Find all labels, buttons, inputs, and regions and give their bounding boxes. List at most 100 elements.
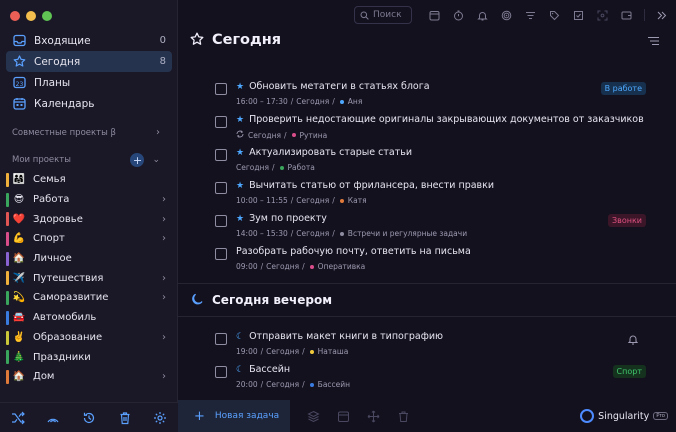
status-badge[interactable]: Звонки (608, 214, 646, 227)
chevron-right-icon[interactable]: › (162, 332, 166, 343)
task-project: Встречи и регулярные задачи (347, 229, 468, 238)
chevron-right-icon[interactable]: › (162, 214, 166, 225)
moon-icon: ☾ (236, 331, 245, 342)
task-day: Сегодня (296, 229, 330, 238)
task-row[interactable]: ☾ Отправить макет книги в типографию 19:0… (215, 329, 646, 359)
victory-hand-emoji-icon: ✌️ (12, 331, 26, 343)
add-project-button[interactable]: + (130, 153, 145, 167)
settings-icon[interactable] (152, 410, 168, 426)
my-projects-header[interactable]: Мои проекты + ⌄ (12, 153, 160, 167)
task-checkbox[interactable] (215, 248, 227, 260)
task-checkbox[interactable] (215, 182, 227, 194)
star-icon: ★ (236, 180, 245, 191)
task-row[interactable]: Разобрать рабочую почту, ответить на пис… (215, 244, 646, 274)
task-day: Сегодня (296, 196, 330, 205)
project-label: Образование (33, 331, 103, 343)
sort-menu-icon[interactable] (647, 31, 660, 50)
task-checkbox[interactable] (215, 215, 227, 227)
search-placeholder: Поиск (373, 10, 402, 20)
my-projects-label: Мои проекты (12, 155, 71, 165)
task-checkbox[interactable] (215, 333, 227, 345)
chevron-right-icon[interactable]: › (162, 292, 166, 303)
minimize-window-button[interactable] (26, 11, 36, 21)
project-item-personal[interactable]: 🏠 Личное (6, 249, 166, 269)
search-icon (360, 11, 369, 20)
chevron-right-icon[interactable]: › (162, 371, 166, 382)
task-day: Сегодня (266, 262, 300, 271)
singularity-logo-icon (580, 409, 595, 423)
bell-icon[interactable] (476, 9, 488, 21)
project-color-bar (6, 350, 9, 365)
task-row[interactable]: ☾ Бассейн 20:00/Сегодня / Бассейн Спорт (215, 362, 646, 392)
checklist-icon[interactable] (572, 9, 584, 21)
zoom-window-button[interactable] (42, 11, 52, 21)
sidebar-item-inbox[interactable]: Входящие 0 (6, 30, 172, 51)
project-item-family[interactable]: 👨‍👩‍👧 Семья (6, 170, 166, 190)
task-time: 10:00 – 11:55 (236, 196, 288, 205)
calendar-icon[interactable] (336, 409, 350, 423)
timer-icon[interactable] (452, 9, 464, 21)
project-item-home[interactable]: 🏠 Дом › (6, 367, 166, 387)
task-row[interactable]: ★ Вычитать статью от фрилансера, внести п… (215, 178, 646, 208)
task-checkbox[interactable] (215, 366, 227, 378)
house-emoji-icon: 🏠 (12, 371, 26, 383)
sidebar-item-plans[interactable]: 23 Планы (6, 72, 172, 93)
screen-capture-icon[interactable] (596, 9, 608, 21)
chevron-down-icon[interactable]: ⌄ (152, 155, 160, 165)
window-mode-icon[interactable] (620, 9, 632, 21)
new-task-button[interactable]: + Новая задача (178, 400, 290, 432)
project-item-health[interactable]: ❤️ Здоровье › (6, 209, 166, 229)
project-item-holidays[interactable]: 🎄 Праздники (6, 347, 166, 367)
task-row[interactable]: ★ Проверить недостающие оригиналы закрыва… (215, 112, 646, 142)
star-icon: ★ (236, 213, 245, 224)
calendar-view-icon[interactable] (428, 9, 440, 21)
project-label: Семья (33, 174, 66, 186)
search-input[interactable]: Поиск (354, 6, 412, 24)
focus-icon[interactable] (500, 9, 512, 21)
task-day: Сегодня (266, 347, 300, 356)
shuffle-icon[interactable] (10, 410, 26, 426)
trash-icon[interactable] (117, 410, 133, 426)
project-item-sport[interactable]: 💪 Спорт › (6, 229, 166, 249)
task-checkbox[interactable] (215, 149, 227, 161)
plans-icon: 23 (12, 76, 26, 90)
shared-projects-header[interactable]: Совместные проекты β › (12, 127, 160, 138)
project-label: Путешествия (33, 272, 104, 284)
sidebar-item-count: 0 (159, 35, 166, 46)
repeat-icon (236, 130, 244, 140)
layers-icon[interactable] (306, 409, 320, 423)
status-badge[interactable]: Спорт (612, 365, 646, 378)
sidebar-item-today[interactable]: Сегодня 8 (6, 51, 172, 72)
airplane-emoji-icon: ✈️ (12, 272, 26, 284)
project-dot (309, 382, 314, 387)
trash-icon[interactable] (396, 409, 410, 423)
filter-icon[interactable] (524, 9, 536, 21)
close-window-button[interactable] (10, 11, 20, 21)
project-item-car[interactable]: 🚘 Автомобиль (6, 308, 166, 328)
star-icon: ★ (236, 114, 245, 125)
task-project: Оперативка (317, 262, 366, 271)
task-checkbox[interactable] (215, 83, 227, 95)
move-icon[interactable] (366, 409, 380, 423)
task-checkbox[interactable] (215, 116, 227, 128)
task-row[interactable]: ★ Актуализировать старые статьи Сегодня / Р… (215, 145, 646, 175)
moon-icon: ☾ (236, 364, 245, 375)
chevron-right-icon[interactable]: › (162, 273, 166, 284)
project-color-bar (6, 271, 9, 286)
task-title: Бассейн (249, 364, 291, 375)
project-item-education[interactable]: ✌️ Образование › (6, 328, 166, 348)
project-item-selfdev[interactable]: 💫 Саморазвитие › (6, 288, 166, 308)
project-item-travel[interactable]: ✈️ Путешествия › (6, 268, 166, 288)
signal-icon[interactable] (45, 410, 61, 426)
sidebar-item-calendar[interactable]: Календарь (6, 93, 172, 114)
project-item-work[interactable]: 😎 Работа › (6, 190, 166, 210)
task-row[interactable]: ★ Обновить метатеги в статьях блога 16:00… (215, 79, 646, 109)
history-icon[interactable] (81, 410, 97, 426)
chevron-right-icon[interactable]: › (162, 233, 166, 244)
bell-icon[interactable] (624, 332, 642, 349)
status-badge[interactable]: В работе (600, 82, 646, 95)
tag-icon[interactable] (548, 9, 560, 21)
task-row[interactable]: ★ Зум по проекту 14:00 – 15:30/Сегодня / Вс… (215, 211, 646, 241)
collapse-panel-icon[interactable] (644, 9, 668, 21)
chevron-right-icon[interactable]: › (162, 194, 166, 205)
